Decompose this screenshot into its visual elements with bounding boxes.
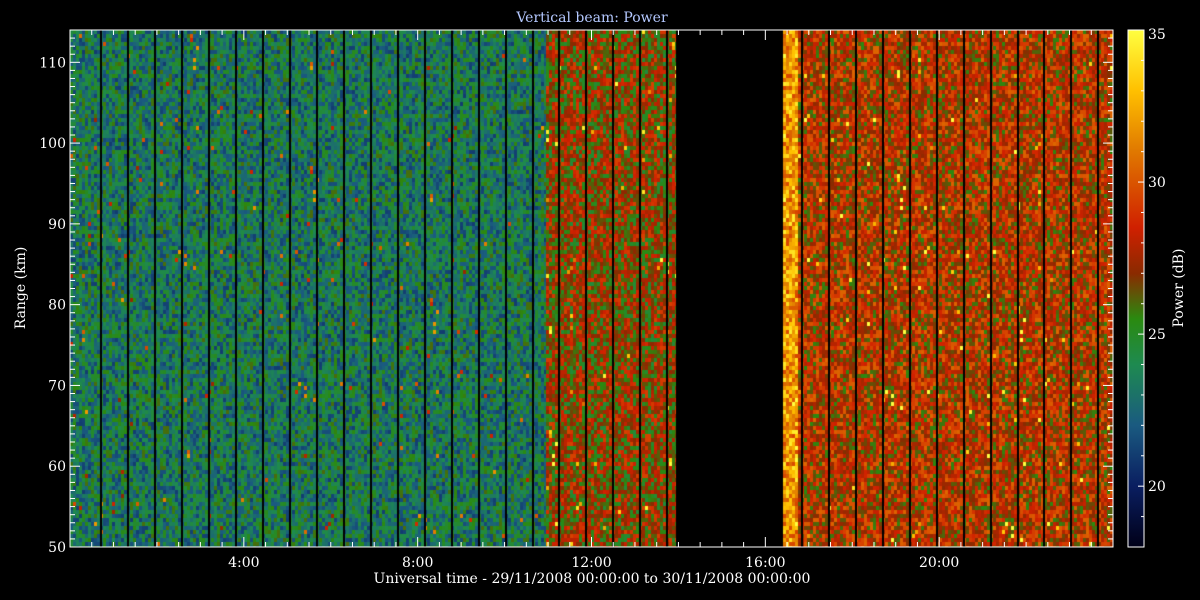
y-tick-label: 50 — [48, 540, 66, 556]
y-tick-label: 70 — [48, 378, 66, 394]
heatmap-image — [70, 30, 1113, 547]
colorbar-tick-label: 25 — [1148, 327, 1166, 343]
y-tick-label: 80 — [48, 298, 66, 314]
x-tick-label: 20:00 — [919, 555, 959, 571]
y-tick-label: 110 — [39, 55, 66, 71]
y-axis-label: Range (km) — [13, 247, 29, 330]
x-tick-label: 16:00 — [745, 555, 785, 571]
y-tick-label: 60 — [48, 459, 66, 475]
colorbar-tick-label: 30 — [1148, 175, 1166, 191]
colorbar-tick-label: 35 — [1148, 27, 1166, 43]
x-tick-label: 12:00 — [571, 555, 611, 571]
x-tick-label: 8:00 — [402, 555, 433, 571]
colorbar-label: Power (dB) — [1171, 249, 1187, 328]
heatmap-cells — [70, 30, 1113, 547]
chart-title: Vertical beam: Power — [515, 10, 668, 26]
y-tick-label: 90 — [48, 217, 66, 233]
power-heatmap-chart: Vertical beam: Power 4:00 8:00 12:00 16:00 2… — [13, 10, 1187, 587]
y-tick-label: 100 — [39, 136, 66, 152]
x-tick-label: 4:00 — [228, 555, 259, 571]
colorbar — [1127, 29, 1145, 548]
colorbar-tick-label: 20 — [1148, 479, 1166, 495]
x-axis-label: Universal time - 29/11/2008 00:00:00 to … — [374, 571, 811, 587]
